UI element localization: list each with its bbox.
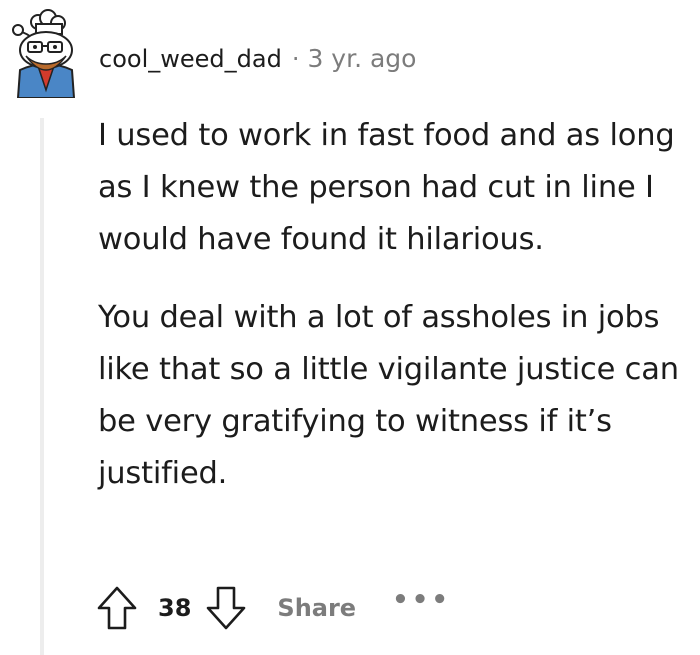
upvote-arrow-icon xyxy=(97,586,137,630)
comment-timestamp[interactable]: 3 yr. ago xyxy=(307,44,416,73)
user-avatar[interactable] xyxy=(10,8,82,99)
comment-paragraph: I used to work in fast food and as long … xyxy=(98,118,675,257)
comment-header: cool_weed_dad · 3 yr. ago xyxy=(99,44,416,73)
snoo-avatar-icon xyxy=(12,9,76,99)
downvote-arrow-icon xyxy=(207,586,246,630)
more-options-button[interactable]: ••• xyxy=(392,585,451,615)
upvote-button[interactable] xyxy=(96,585,138,631)
author-username[interactable]: cool_weed_dad xyxy=(99,45,282,73)
comment-body: I used to work in fast food and as long … xyxy=(98,110,688,500)
meta-separator: · xyxy=(291,45,300,73)
comment-paragraph: You deal with a lot of assholes in jobs … xyxy=(98,300,679,491)
vote-score: 38 xyxy=(158,594,192,622)
comment-actions: 38 Share ••• xyxy=(96,584,451,632)
thread-line[interactable] xyxy=(40,118,44,655)
share-button[interactable]: Share xyxy=(277,594,356,622)
downvote-button[interactable] xyxy=(205,585,247,631)
